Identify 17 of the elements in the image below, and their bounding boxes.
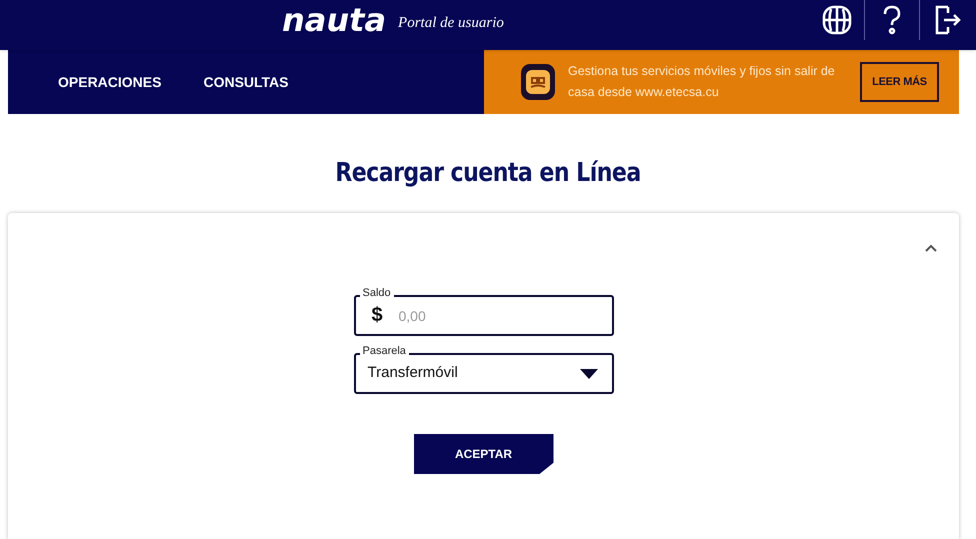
accept-button[interactable]: ACEPTAR [414, 434, 554, 474]
app-icon [520, 63, 556, 101]
logout-icon [934, 5, 962, 35]
help-icon [882, 5, 902, 35]
read-more-button[interactable]: LEER MÁS [860, 62, 939, 102]
promo-text: Gestiona tus servicios móviles y fijos sin salir de casa desde www.etecsa.cu [568, 63, 836, 101]
nav-link[interactable]: OPERACIONES [58, 72, 162, 92]
field-label: Saldo [360, 286, 394, 300]
logo: nauta [282, 4, 386, 36]
globe-icon [822, 5, 852, 35]
currency-symbol: $ [372, 303, 383, 327]
portal-subtitle: Portal de usuario [398, 14, 504, 32]
dropdown-icon [580, 368, 598, 378]
field-label: Pasarela [360, 344, 409, 358]
nav-link[interactable]: CONSULTAS [203, 72, 289, 92]
gateway-select[interactable]: Transfermóvil [354, 353, 614, 394]
page-title: Recargar cuenta en Línea [334, 157, 642, 190]
